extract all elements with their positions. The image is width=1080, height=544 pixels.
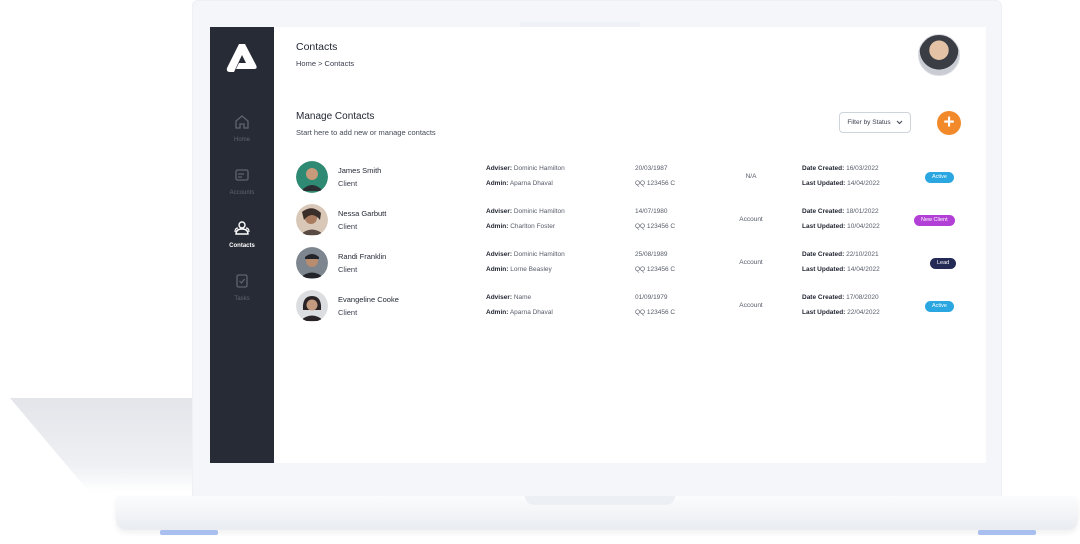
- filter-by-status-dropdown[interactable]: Filter by Status: [839, 112, 911, 133]
- contact-name[interactable]: Randi Franklin: [338, 252, 386, 261]
- chevron-down-icon: [896, 120, 903, 125]
- contact-role: Client: [338, 179, 358, 188]
- contact-role: Client: [338, 222, 358, 231]
- status-badge[interactable]: New Client: [914, 215, 955, 226]
- section-subtitle: Start here to add new or manage contacts: [296, 128, 436, 137]
- contact-name[interactable]: James Smith: [338, 166, 381, 175]
- status-badge[interactable]: Active: [925, 301, 954, 312]
- table-row[interactable]: Randi Franklin Client Adviser: Dominic H…: [296, 247, 966, 290]
- laptop-shadow: [10, 398, 210, 493]
- sidebar-item-contacts[interactable]: Contacts: [210, 219, 274, 249]
- contact-last-updated: Last Updated: 14/04/2022: [802, 180, 880, 187]
- add-contact-button[interactable]: +: [937, 111, 961, 135]
- contact-ni-number: QQ 123456 C: [635, 223, 676, 230]
- sidebar-item-label: Contacts: [229, 243, 255, 249]
- contact-role: Client: [338, 308, 358, 317]
- contact-dob: 25/08/1989: [635, 251, 668, 258]
- table-row[interactable]: James Smith Client Adviser: Dominic Hami…: [296, 161, 966, 204]
- contacts-icon: [234, 221, 250, 235]
- sidebar-item-accounts[interactable]: Accounts: [210, 166, 274, 196]
- contact-date-created: Date Created: 18/01/2022: [802, 208, 879, 215]
- contact-role: Client: [338, 265, 358, 274]
- contact-adviser: Adviser: Dominic Hamilton: [486, 165, 565, 172]
- contact-ni-number: QQ 123456 C: [635, 309, 676, 316]
- user-avatar[interactable]: [918, 34, 960, 76]
- sidebar-item-label: Accounts: [229, 190, 255, 196]
- contact-type: Account: [739, 302, 763, 309]
- status-badge[interactable]: Active: [925, 172, 954, 183]
- contact-adviser: Adviser: Name: [486, 294, 532, 301]
- contact-last-updated: Last Updated: 22/04/2022: [802, 309, 880, 316]
- page-title: Contacts: [296, 41, 338, 53]
- contact-type: Account: [739, 259, 763, 266]
- contact-last-updated: Last Updated: 14/04/2022: [802, 266, 880, 273]
- breadcrumb[interactable]: Home > Contacts: [296, 59, 354, 68]
- sidebar-item-label: Home: [233, 137, 250, 143]
- status-badge[interactable]: Lead: [930, 258, 957, 269]
- contact-adviser: Adviser: Dominic Hamilton: [486, 251, 565, 258]
- contact-avatar: [296, 204, 328, 236]
- contact-ni-number: QQ 123456 C: [635, 266, 676, 273]
- table-row[interactable]: Evangeline Cooke Client Adviser: Name Ad…: [296, 290, 966, 333]
- contacts-table: James Smith Client Adviser: Dominic Hami…: [296, 161, 966, 333]
- contact-ni-number: QQ 123456 C: [635, 180, 676, 187]
- contact-date-created: Date Created: 16/03/2022: [802, 165, 879, 172]
- contact-admin: Admin: Charlton Foster: [486, 223, 555, 230]
- contact-type: Account: [739, 216, 763, 223]
- contact-admin: Admin: Lorne Beasley: [486, 266, 552, 273]
- table-row[interactable]: Nessa Garbutt Client Adviser: Dominic Ha…: [296, 204, 966, 247]
- contact-name[interactable]: Nessa Garbutt: [338, 209, 386, 218]
- accounts-icon: [235, 169, 249, 181]
- contact-last-updated: Last Updated: 10/04/2022: [802, 223, 880, 230]
- contact-dob: 20/03/1987: [635, 165, 668, 172]
- contact-avatar: [296, 161, 328, 193]
- sidebar-item-label: Tasks: [234, 296, 250, 302]
- sidebar: Home Accounts Contacts Tasks: [210, 27, 274, 463]
- sidebar-item-tasks[interactable]: Tasks: [210, 272, 274, 302]
- contact-admin: Admin: Aparna Dhaval: [486, 180, 553, 187]
- contact-date-created: Date Created: 17/08/2020: [802, 294, 879, 301]
- home-icon: [235, 115, 249, 129]
- sidebar-item-home[interactable]: Home: [210, 113, 274, 143]
- main-content: Contacts Home > Contacts Manage Contacts…: [274, 27, 986, 463]
- contact-type: N/A: [745, 173, 757, 180]
- contact-adviser: Adviser: Dominic Hamilton: [486, 208, 565, 215]
- contact-admin: Admin: Aparna Dhaval: [486, 309, 553, 316]
- contact-dob: 14/07/1980: [635, 208, 668, 215]
- contact-name[interactable]: Evangeline Cooke: [338, 295, 399, 304]
- brand-logo-icon[interactable]: [225, 42, 259, 74]
- section-title: Manage Contacts: [296, 111, 375, 122]
- laptop-foot-right: [978, 530, 1036, 535]
- tasks-icon: [236, 274, 248, 288]
- contact-date-created: Date Created: 22/10/2021: [802, 251, 879, 258]
- filter-label: Filter by Status: [847, 119, 891, 126]
- contact-avatar: [296, 247, 328, 279]
- contact-dob: 01/09/1979: [635, 294, 668, 301]
- laptop-foot-left: [160, 530, 218, 535]
- laptop-base-groove: [525, 496, 675, 505]
- contact-avatar: [296, 290, 328, 322]
- app-screen: Home Accounts Contacts Tasks Contacts Ho…: [210, 27, 986, 463]
